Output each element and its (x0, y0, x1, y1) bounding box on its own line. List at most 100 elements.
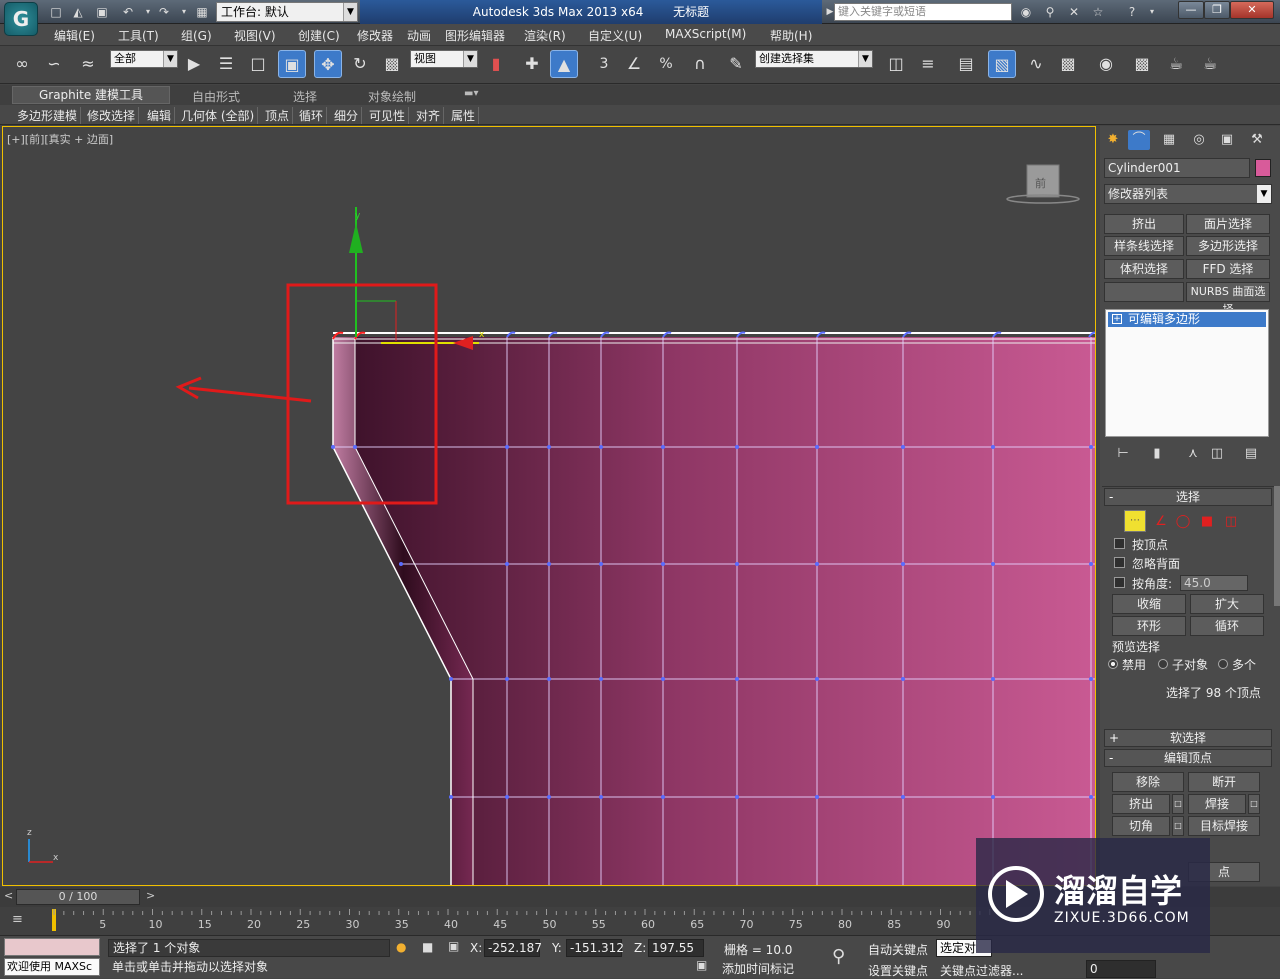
ribbon-polygon-modeling[interactable]: 多边形建模 (14, 107, 82, 124)
viewcube[interactable]: 前 (1006, 164, 1080, 204)
current-frame-input[interactable]: 0 (1086, 960, 1156, 978)
restore-button[interactable]: ❐ (1204, 1, 1230, 19)
edit-named-selection-icon[interactable]: ✎ (722, 50, 750, 78)
viewport-front[interactable]: [+][前][真实 + 边面] y x 前 z x (2, 126, 1096, 886)
ribbon-properties[interactable]: 属性 (448, 107, 480, 124)
select-manipulate-icon[interactable]: ✚ (518, 50, 546, 78)
create-tab-icon[interactable]: ✸ (1102, 130, 1124, 150)
remove-vertex-button[interactable]: 移除 (1112, 772, 1184, 792)
rollout-soft-selection-header[interactable]: + 软选择 (1104, 729, 1272, 747)
command-panel-scrollbar[interactable] (1274, 486, 1280, 606)
keyboard-shortcut-override-icon[interactable]: ▲ (550, 50, 578, 78)
select-and-move-icon[interactable]: ✥ (314, 50, 342, 78)
menu-tools[interactable]: 工具(T) (118, 27, 159, 44)
modify-tab-icon[interactable]: ⌒ (1128, 130, 1150, 150)
tab-object-paint[interactable]: 对象绘制 (368, 88, 416, 105)
expand-plus-icon[interactable]: + (1112, 314, 1122, 324)
open-file-icon[interactable]: ◭ (70, 4, 86, 20)
spinner-snap-icon[interactable]: ∩ (686, 50, 714, 78)
preview-multi-radio[interactable] (1218, 659, 1228, 669)
move-gizmo[interactable]: y x (349, 207, 485, 350)
save-icon[interactable]: ▣ (94, 4, 110, 20)
snaps-toggle-icon[interactable]: 3 (590, 50, 618, 78)
curve-editor-icon[interactable]: ∿ (1022, 50, 1050, 78)
mirror-icon[interactable]: ◫ (882, 50, 910, 78)
rectangular-selection-icon[interactable]: □ (244, 50, 272, 78)
modifier-stack[interactable]: + 可编辑多边形 (1105, 309, 1269, 437)
select-by-name-icon[interactable]: ☰ (212, 50, 240, 78)
border-mode-icon[interactable]: ◯ (1172, 512, 1194, 532)
rollout-edit-vertices-header[interactable]: - 编辑顶点 (1104, 749, 1272, 767)
menu-graph-editors[interactable]: 图形编辑器 (445, 27, 505, 44)
x-coord-input[interactable]: -252.187 (484, 939, 542, 957)
ribbon-subdivision[interactable]: 细分 (331, 107, 363, 124)
help-icon[interactable]: ? (1124, 4, 1140, 20)
menu-help[interactable]: 帮助(H) (770, 27, 812, 44)
ribbon-vertices[interactable]: 顶点 (262, 107, 294, 124)
time-slider-thumb[interactable]: 0 / 100 (16, 889, 140, 905)
modifier-spline-select-button[interactable]: 样条线选择 (1104, 236, 1184, 256)
modifier-list-dropdown[interactable]: 修改器列表 ▼ (1104, 184, 1272, 204)
menu-maxscript[interactable]: MAXScript(M) (665, 27, 746, 41)
key-filters-button[interactable]: 关键点过滤器... (940, 962, 1023, 979)
material-editor-icon[interactable]: ◉ (1092, 50, 1120, 78)
ribbon-align[interactable]: 对齐 (413, 107, 445, 124)
extrude-settings-button[interactable]: □ (1172, 794, 1184, 814)
bind-space-warp-icon[interactable]: ≈ (74, 50, 102, 78)
pin-stack-icon[interactable]: ⊢ (1112, 444, 1134, 464)
auto-key-button[interactable]: 自动关键点 (868, 941, 928, 958)
undo-dropdown-icon[interactable]: ▾ (140, 4, 156, 20)
ribbon-geometry-all[interactable]: 几何体 (全部) (178, 107, 259, 124)
configure-modifier-sets-icon[interactable]: ▤ (1240, 444, 1262, 464)
edge-mode-icon[interactable]: ∠ (1150, 512, 1172, 532)
z-coord-input[interactable]: 197.55 (648, 939, 704, 957)
ribbon-loops[interactable]: 循环 (296, 107, 328, 124)
binoculars-icon[interactable]: ◉ (1018, 4, 1034, 20)
target-weld-button[interactable]: 目标焊接 (1188, 816, 1260, 836)
preview-off-radio[interactable] (1108, 659, 1118, 669)
tab-freeform[interactable]: 自由形式 (192, 88, 240, 105)
reference-coordinate-dropdown[interactable]: 视图 ▼ (410, 50, 478, 68)
maxscript-mini-listener-input[interactable]: 欢迎使用 MAXSc (4, 958, 100, 976)
close-button[interactable]: ✕ (1230, 1, 1274, 19)
rendered-frame-icon[interactable]: ☕ (1162, 50, 1190, 78)
ribbon-visibility[interactable]: 可见性 (366, 107, 410, 124)
select-object-icon[interactable]: ▶ (180, 50, 208, 78)
loop-button[interactable]: 循环 (1190, 616, 1264, 636)
redo-dropdown-icon[interactable]: ▾ (176, 4, 192, 20)
by-angle-checkbox[interactable] (1114, 577, 1125, 588)
menu-views[interactable]: 视图(V) (234, 27, 276, 44)
cylinder-mesh[interactable] (331, 331, 1096, 887)
object-color-swatch[interactable] (1255, 159, 1271, 177)
undo-icon[interactable]: ↶ (120, 4, 136, 20)
menu-animation[interactable]: 动画 (407, 27, 431, 44)
make-unique-icon[interactable]: ⋏ (1182, 444, 1204, 464)
align-icon[interactable]: ≡ (914, 50, 942, 78)
utilities-tab-icon[interactable]: ⚒ (1246, 130, 1268, 150)
set-key-button[interactable]: 设置关键点 (868, 962, 928, 979)
time-tag-icon[interactable]: ▣ (696, 958, 707, 972)
window-crossing-icon[interactable]: ▣ (278, 50, 306, 78)
tab-selection[interactable]: 选择 (293, 88, 317, 105)
rollout-selection-header[interactable]: - 选择 (1104, 488, 1272, 506)
break-vertex-button[interactable]: 断开 (1188, 772, 1260, 792)
modifier-nurbs-select-button[interactable]: NURBS 曲面选择 (1186, 282, 1270, 316)
chamfer-vertex-button[interactable]: 切角 (1112, 816, 1170, 836)
grow-button[interactable]: 扩大 (1190, 594, 1264, 614)
motion-tab-icon[interactable]: ◎ (1188, 130, 1210, 150)
minimize-button[interactable]: — (1178, 1, 1204, 19)
redo-icon[interactable]: ↷ (156, 4, 172, 20)
menu-edit[interactable]: 编辑(E) (54, 27, 95, 44)
help-dropdown-icon[interactable]: ▾ (1144, 4, 1160, 20)
preview-subobject-radio[interactable] (1158, 659, 1168, 669)
pivot-center-icon[interactable]: ▮ (482, 50, 510, 78)
object-name-field[interactable]: Cylinder001 (1104, 158, 1250, 178)
absolute-mode-icon[interactable]: ▣ (448, 939, 459, 953)
subscription-icon[interactable]: ⚲ (1042, 4, 1058, 20)
key-icon[interactable]: ⚲ (832, 946, 845, 967)
menu-rendering[interactable]: 渲染(R) (524, 27, 566, 44)
ribbon-options-icon[interactable]: ▬▾ (464, 88, 478, 99)
angle-snap-icon[interactable]: ∠ (620, 50, 648, 78)
graphite-toggle-icon[interactable]: ▧ (988, 50, 1016, 78)
time-slider-next-icon[interactable]: > (146, 889, 155, 902)
